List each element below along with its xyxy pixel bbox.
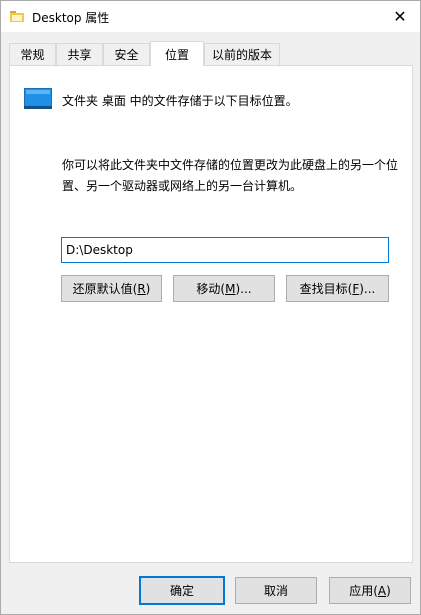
close-icon: ✕ [393,7,407,26]
cancel-button[interactable]: 取消 [235,577,317,604]
location-description: 你可以将此文件夹中文件存储的位置更改为此硬盘上的另一个位置、另一个驱动器或网络上… [62,158,399,193]
tab-strip: 常规 共享 安全 位置 以前的版本 [9,41,413,66]
tab-sharing[interactable]: 共享 [56,43,103,65]
window-title: Desktop 属性 [32,11,110,25]
properties-dialog: Desktop 属性 ✕ 常规 共享 安全 位置 以前的版本 文件夹 桌面 中的… [0,0,421,615]
tab-security[interactable]: 安全 [103,43,150,65]
tab-location[interactable]: 位置 [150,41,204,66]
find-target-button[interactable]: 查找目标(F)... [286,275,389,302]
restore-default-button[interactable]: 还原默认值(R) [61,275,162,302]
apply-button[interactable]: 应用(A) [329,577,411,604]
path-input[interactable] [61,237,389,263]
location-panel: 文件夹 桌面 中的文件存储于以下目标位置。 你可以将此文件夹中文件存储的位置更改… [9,65,413,563]
folder-icon [10,11,24,22]
title-bar[interactable]: Desktop 属性 ✕ [1,1,420,32]
tab-previous-versions[interactable]: 以前的版本 [204,43,280,65]
move-button[interactable]: 移动(M)... [173,275,275,302]
ok-button[interactable]: 确定 [139,576,225,605]
location-summary: 文件夹 桌面 中的文件存储于以下目标位置。 [62,94,298,108]
tab-general[interactable]: 常规 [9,43,56,65]
close-button[interactable]: ✕ [380,1,420,32]
drive-icon [24,88,52,109]
